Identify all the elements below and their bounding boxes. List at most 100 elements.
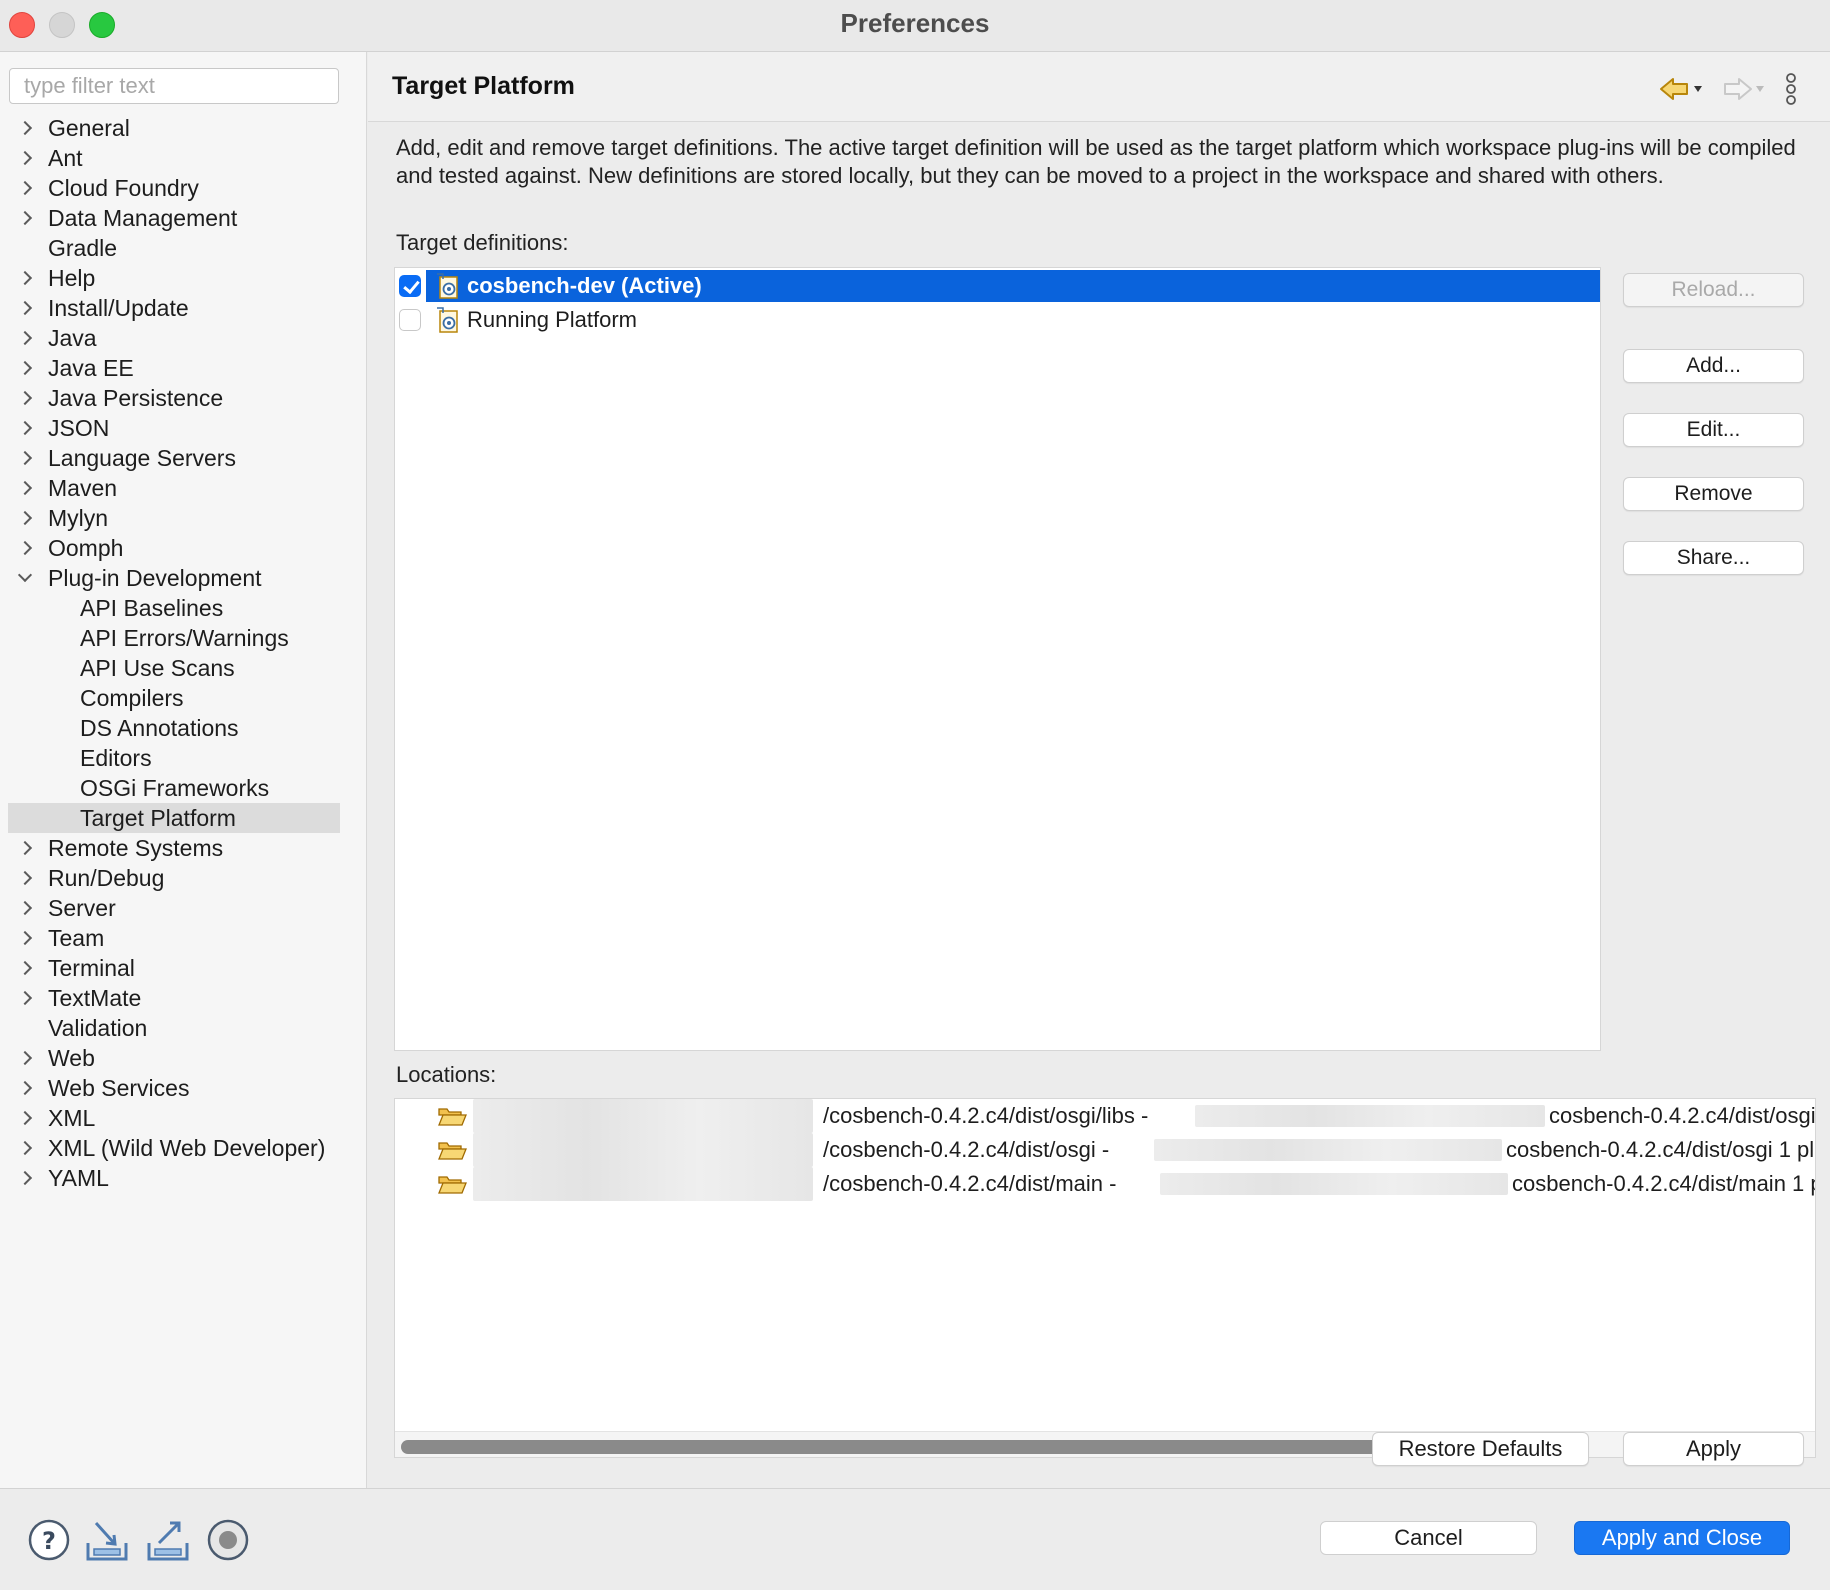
tree-item[interactable]: Gradle	[0, 233, 367, 263]
chevron-right-icon[interactable]	[18, 1133, 34, 1163]
chevron-right-icon[interactable]	[18, 323, 34, 353]
chevron-right-icon[interactable]	[18, 443, 34, 473]
chevron-right-icon[interactable]	[18, 383, 34, 413]
tree-item[interactable]: Compilers	[0, 683, 367, 713]
location-row[interactable]: /cosbench-0.4.2.c4/dist/main - cosbench-0…	[395, 1167, 1815, 1201]
chevron-right-icon[interactable]	[18, 833, 34, 863]
chevron-right-icon[interactable]	[18, 293, 34, 323]
active-checkbox[interactable]	[399, 275, 421, 297]
chevron-right-icon[interactable]	[18, 473, 34, 503]
tree-item[interactable]: Java EE	[0, 353, 367, 383]
tree-item-label: OSGi Frameworks	[80, 775, 270, 801]
tree-item[interactable]: XML (Wild Web Developer)	[0, 1133, 367, 1163]
location-row[interactable]: /cosbench-0.4.2.c4/dist/osgi - cosbench-0…	[395, 1133, 1815, 1167]
tree-item[interactable]: JSON	[0, 413, 367, 443]
tree-item[interactable]: Install/Update	[0, 293, 367, 323]
tree-item[interactable]: DS Annotations	[0, 713, 367, 743]
chevron-down-icon[interactable]	[18, 563, 34, 593]
tree-item[interactable]: API Baselines	[0, 593, 367, 623]
tree-item[interactable]: Help	[0, 263, 367, 293]
reload-button[interactable]: Reload...	[1623, 273, 1804, 307]
tree-item-label: API Use Scans	[80, 655, 235, 681]
tree-item[interactable]: Mylyn	[0, 503, 367, 533]
add-button[interactable]: Add...	[1623, 349, 1804, 383]
tree-item[interactable]: Java	[0, 323, 367, 353]
tree-item[interactable]: Terminal	[0, 953, 367, 983]
tree-item[interactable]: Server	[0, 893, 367, 923]
target-definitions-list[interactable]: cosbench-dev (Active) Running Platform	[394, 267, 1601, 1051]
folder-open-icon	[438, 1142, 467, 1160]
tree-item[interactable]: Target Platform	[8, 803, 340, 833]
tree-item[interactable]: OSGi Frameworks	[0, 773, 367, 803]
chevron-right-icon[interactable]	[18, 503, 34, 533]
tree-item[interactable]: YAML	[0, 1163, 367, 1193]
chevron-right-icon[interactable]	[18, 1163, 34, 1193]
tree-item[interactable]: Team	[0, 923, 367, 953]
apply-button[interactable]: Apply	[1623, 1432, 1804, 1466]
chevron-right-icon[interactable]	[18, 353, 34, 383]
chevron-right-icon[interactable]	[18, 263, 34, 293]
tree-item[interactable]: Data Management	[0, 203, 367, 233]
edit-button[interactable]: Edit...	[1623, 413, 1804, 447]
chevron-right-icon[interactable]	[18, 203, 34, 233]
location-path: /cosbench-0.4.2.c4/dist/main -	[823, 1171, 1117, 1196]
redacted-path	[1160, 1173, 1508, 1195]
tree-item[interactable]: Validation	[0, 1013, 367, 1043]
tree-item[interactable]: API Use Scans	[0, 653, 367, 683]
chevron-right-icon[interactable]	[18, 173, 34, 203]
help-icon[interactable]: ?	[26, 1517, 72, 1563]
tree-item[interactable]: Web	[0, 1043, 367, 1073]
chevron-right-icon[interactable]	[18, 413, 34, 443]
tree-item[interactable]: Cloud Foundry	[0, 173, 367, 203]
target-definition-row[interactable]: Running Platform	[395, 304, 1600, 336]
chevron-right-icon[interactable]	[18, 1073, 34, 1103]
chevron-right-icon[interactable]	[18, 923, 34, 953]
location-row[interactable]: /cosbench-0.4.2.c4/dist/osgi/libs - cosbe…	[395, 1099, 1816, 1133]
chevron-right-icon[interactable]	[18, 113, 34, 143]
record-icon[interactable]	[205, 1517, 251, 1563]
tree-item[interactable]: Oomph	[0, 533, 367, 563]
folder-open-icon	[438, 1108, 467, 1126]
back-arrow-icon[interactable]	[1657, 74, 1705, 104]
tree-item-label: Java Persistence	[48, 385, 224, 411]
forward-arrow-icon[interactable]	[1719, 74, 1767, 104]
target-definition-label: cosbench-dev (Active)	[467, 273, 702, 298]
chevron-right-icon[interactable]	[18, 1043, 34, 1073]
tree-item[interactable]: XML	[0, 1103, 367, 1133]
cancel-button[interactable]: Cancel	[1320, 1521, 1537, 1555]
view-menu-icon[interactable]	[1782, 72, 1800, 106]
tree-item[interactable]: Java Persistence	[0, 383, 367, 413]
chevron-right-icon[interactable]	[18, 983, 34, 1013]
tree-item[interactable]: Maven	[0, 473, 367, 503]
horizontal-scrollbar[interactable]	[395, 1431, 1815, 1457]
tree-item[interactable]: Editors	[0, 743, 367, 773]
export-icon[interactable]	[145, 1517, 191, 1563]
tree-item[interactable]: Remote Systems	[0, 833, 367, 863]
tree-item-label: General	[48, 115, 130, 141]
tree-item[interactable]: Language Servers	[0, 443, 367, 473]
chevron-right-icon[interactable]	[18, 1103, 34, 1133]
share-button[interactable]: Share...	[1623, 541, 1804, 575]
tree-item[interactable]: Web Services	[0, 1073, 367, 1103]
chevron-right-icon[interactable]	[18, 533, 34, 563]
tree-item[interactable]: Plug-in Development	[0, 563, 367, 593]
tree-item[interactable]: TextMate	[0, 983, 367, 1013]
tree-item[interactable]: Run/Debug	[0, 863, 367, 893]
chevron-right-icon[interactable]	[18, 893, 34, 923]
location-detail: cosbench-0.4.2.c4/dist/osgi	[1549, 1103, 1816, 1128]
restore-defaults-button[interactable]: Restore Defaults	[1372, 1432, 1589, 1466]
chevron-right-icon[interactable]	[18, 953, 34, 983]
active-checkbox[interactable]	[399, 309, 421, 331]
chevron-right-icon[interactable]	[18, 863, 34, 893]
target-definition-row[interactable]: cosbench-dev (Active)	[395, 270, 1600, 302]
chevron-right-icon[interactable]	[18, 143, 34, 173]
tree-item[interactable]: Ant	[0, 143, 367, 173]
remove-button[interactable]: Remove	[1623, 477, 1804, 511]
filter-input[interactable]	[9, 68, 339, 104]
apply-and-close-button[interactable]: Apply and Close	[1574, 1521, 1790, 1555]
tree-item[interactable]: API Errors/Warnings	[0, 623, 367, 653]
redacted-path	[473, 1133, 813, 1167]
import-icon[interactable]	[84, 1517, 130, 1563]
tree-item[interactable]: General	[0, 113, 367, 143]
locations-list[interactable]: /cosbench-0.4.2.c4/dist/osgi/libs - cosbe…	[394, 1098, 1816, 1458]
